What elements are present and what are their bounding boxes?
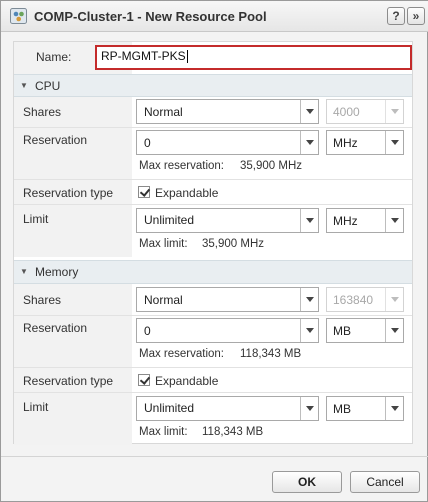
memory-section-header[interactable]: ▼ Memory	[14, 260, 412, 284]
memory-max-reservation-value: 118,343 MB	[240, 348, 302, 360]
row-divider	[14, 127, 412, 128]
cpu-max-reservation-value: 35,900 MHz	[240, 160, 303, 172]
cpu-expandable-checkbox[interactable]	[138, 186, 151, 198]
chevron-down-icon[interactable]	[300, 319, 318, 342]
memory-limit-label: Limit	[23, 400, 49, 414]
cpu-max-reservation-label: Max reservation:	[139, 160, 225, 172]
memory-limit-unit: MB	[333, 402, 351, 416]
cpu-reservation-type-label: Reservation type	[23, 186, 114, 200]
chevron-down-icon[interactable]	[300, 397, 318, 420]
cpu-limit-value: Unlimited	[144, 213, 195, 227]
cpu-section-header[interactable]: ▼ CPU	[14, 74, 412, 97]
memory-reservation-label: Reservation	[23, 321, 88, 335]
memory-limit-value: Unlimited	[144, 401, 195, 415]
memory-section-title: Memory	[35, 265, 79, 279]
memory-reservation-input[interactable]: 0	[136, 318, 319, 343]
chevron-down-icon	[385, 100, 403, 123]
cpu-reservation-unit-select[interactable]: MHz	[326, 130, 404, 155]
cpu-shares-value: Normal	[144, 105, 183, 119]
expand-icon: »	[412, 9, 420, 23]
row-divider	[14, 179, 412, 180]
memory-shares-label: Shares	[23, 293, 62, 307]
resource-pool-form: Name: RP-MGMT-PKS ▼ CPU Shares Normal 40…	[13, 41, 413, 445]
memory-reservation-value: 0	[144, 324, 151, 338]
check-icon	[139, 374, 151, 385]
cpu-reservation-unit: MHz	[333, 136, 358, 150]
chevron-down-icon[interactable]	[300, 100, 318, 123]
memory-max-limit-value: 118,343 MB	[202, 426, 264, 438]
row-divider	[14, 392, 412, 393]
chevron-down-icon[interactable]	[385, 209, 403, 232]
chevron-down-icon	[385, 288, 403, 311]
cpu-limit-unit-select[interactable]: MHz	[326, 208, 404, 233]
memory-reservation-unit: MB	[333, 324, 351, 338]
name-input-value: RP-MGMT-PKS	[101, 49, 186, 63]
new-resource-pool-dialog: COMP-Cluster-1 - New Resource Pool ? » N…	[0, 0, 428, 502]
cpu-shares-number: 4000	[326, 99, 404, 124]
dialog-title: COMP-Cluster-1 - New Resource Pool	[34, 9, 267, 24]
title-bar: COMP-Cluster-1 - New Resource Pool ? »	[1, 1, 428, 32]
cpu-shares-label: Shares	[23, 105, 62, 119]
row-divider	[14, 315, 412, 316]
memory-limit-input[interactable]: Unlimited	[136, 396, 319, 421]
memory-limit-unit-select[interactable]: MB	[326, 396, 404, 421]
cpu-reservation-value: 0	[144, 136, 151, 150]
triangle-down-icon: ▼	[20, 81, 28, 90]
memory-shares-select[interactable]: Normal	[136, 287, 319, 312]
cpu-reservation-label: Reservation	[23, 133, 88, 147]
help-icon: ?	[392, 9, 400, 23]
cpu-section-title: CPU	[35, 79, 61, 93]
check-icon	[139, 186, 151, 197]
memory-shares-value: Normal	[144, 293, 183, 307]
memory-label-column	[14, 284, 132, 445]
help-button[interactable]: ?	[387, 7, 405, 25]
memory-max-reservation-label: Max reservation:	[139, 348, 225, 360]
cpu-reservation-input[interactable]: 0	[136, 130, 319, 155]
cpu-limit-input[interactable]: Unlimited	[136, 208, 319, 233]
row-divider	[14, 204, 412, 205]
cpu-limit-label: Limit	[23, 212, 49, 226]
memory-shares-number-value: 163840	[333, 293, 374, 307]
cpu-max-limit-value: 35,900 MHz	[202, 238, 265, 250]
cpu-expandable-label[interactable]: Expandable	[155, 186, 218, 200]
cancel-button[interactable]: Cancel	[350, 471, 420, 493]
memory-expandable-label[interactable]: Expandable	[155, 374, 218, 388]
name-label: Name:	[36, 50, 72, 64]
memory-shares-number: 163840	[326, 287, 404, 312]
memory-max-limit-label: Max limit:	[139, 426, 188, 438]
memory-reservation-unit-select[interactable]: MB	[326, 318, 404, 343]
ok-button[interactable]: OK	[272, 471, 342, 493]
chevron-down-icon[interactable]	[385, 319, 403, 342]
expand-button[interactable]: »	[407, 7, 425, 25]
cpu-shares-number-value: 4000	[333, 105, 360, 119]
cpu-label-column	[14, 97, 132, 257]
chevron-down-icon[interactable]	[385, 131, 403, 154]
vsphere-resource-pool-icon	[10, 8, 27, 24]
chevron-down-icon[interactable]	[300, 288, 318, 311]
name-input[interactable]: RP-MGMT-PKS	[95, 45, 412, 70]
cpu-limit-unit: MHz	[333, 214, 358, 228]
text-caret	[186, 50, 188, 64]
footer-divider	[1, 456, 428, 457]
memory-reservation-type-label: Reservation type	[23, 374, 114, 388]
memory-expandable-checkbox[interactable]	[138, 374, 151, 386]
row-divider	[14, 367, 412, 368]
chevron-down-icon[interactable]	[300, 131, 318, 154]
cpu-shares-select[interactable]: Normal	[136, 99, 319, 124]
chevron-down-icon[interactable]	[385, 397, 403, 420]
cpu-max-limit-label: Max limit:	[139, 238, 188, 250]
chevron-down-icon[interactable]	[300, 209, 318, 232]
triangle-down-icon: ▼	[20, 267, 28, 276]
